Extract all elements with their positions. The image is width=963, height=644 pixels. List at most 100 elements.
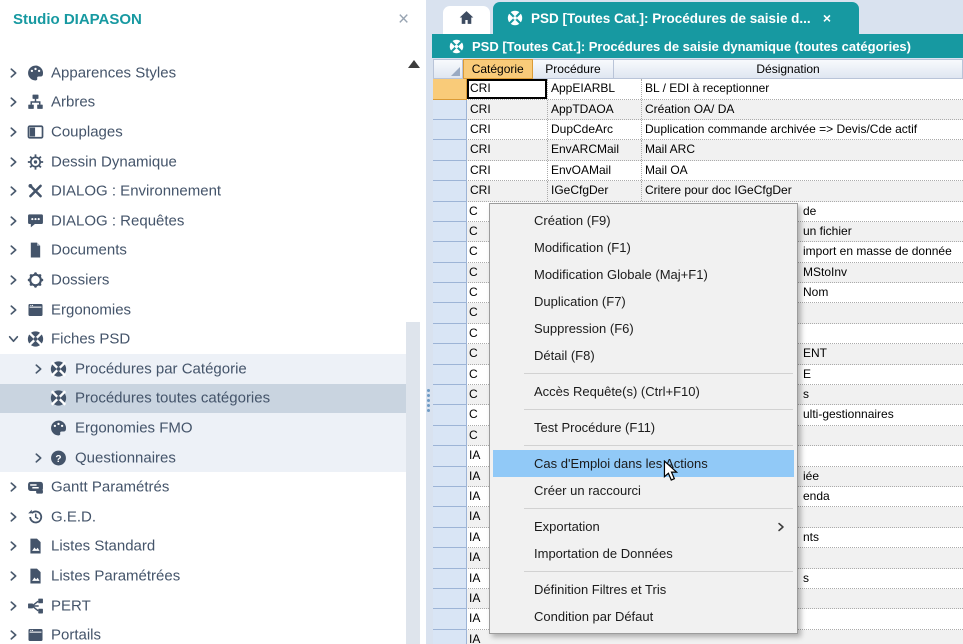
menu-item-creer-un-raccourci[interactable]: Créer un raccourci [493, 477, 794, 504]
cell-designation[interactable]: ulti-gestionnaires [803, 405, 894, 424]
table-row[interactable]: CRIEnvARCMailMail ARC [433, 140, 963, 160]
cell-categorie[interactable]: IA [469, 467, 488, 486]
sidebar-item-gantt-parametres[interactable]: Gantt Paramétrés [0, 472, 420, 502]
select-all-corner[interactable] [433, 59, 463, 80]
cell-categorie[interactable]: IA [469, 487, 488, 506]
sidebar-item-listes-parametrees[interactable]: Listes Paramétrées [0, 561, 420, 591]
menu-item-acces-requete-s-ctrl-f10[interactable]: Accès Requête(s) (Ctrl+F10) [493, 378, 794, 405]
table-row[interactable]: CRIEnvOAMailMail OA [433, 161, 963, 181]
tab-close-icon[interactable]: × [823, 10, 831, 26]
chevron-right-icon[interactable] [8, 511, 19, 522]
cell-categorie[interactable]: C [469, 303, 488, 322]
cell-categorie[interactable]: C [469, 263, 488, 282]
menu-item-modification-f1[interactable]: Modification (F1) [493, 234, 794, 261]
column-header-designation[interactable]: Désignation [614, 59, 963, 80]
row-selector[interactable] [433, 222, 467, 242]
chevron-right-icon[interactable] [8, 304, 19, 315]
menu-item-duplication-f7[interactable]: Duplication (F7) [493, 288, 794, 315]
row-selector[interactable] [433, 303, 467, 323]
cell-categorie[interactable]: C [469, 426, 488, 445]
sidebar-item-dossiers[interactable]: Dossiers [0, 265, 420, 295]
cell-categorie[interactable]: IA [469, 609, 488, 628]
cell-designation[interactable]: E [803, 365, 811, 384]
tab-psd-toutes-cat[interactable]: PSD [Toutes Cat.]: Procédures de saisie … [493, 2, 859, 34]
row-selector[interactable] [433, 507, 467, 527]
sidebar-item-portails[interactable]: Portails [0, 620, 420, 644]
row-selector[interactable] [433, 161, 467, 181]
row-selector[interactable] [433, 446, 467, 466]
cell-designation[interactable]: import en masse de donnée [803, 242, 952, 261]
cell-procedure[interactable]: IGeCfgDer [548, 181, 642, 200]
menu-item-detail-f8[interactable]: Détail (F8) [493, 342, 794, 369]
cell-designation[interactable]: Mail OA [642, 161, 963, 180]
cell-procedure[interactable]: EnvOAMail [548, 161, 642, 180]
row-selector[interactable] [433, 426, 467, 446]
menu-item-test-procedure-f11[interactable]: Test Procédure (F11) [493, 414, 794, 441]
chevron-right-icon[interactable] [8, 97, 19, 108]
cell-categorie[interactable]: C [469, 405, 488, 424]
cell-categorie[interactable]: CRI [467, 79, 548, 98]
cell-categorie[interactable]: CRI [467, 161, 548, 180]
chevron-right-icon[interactable] [8, 126, 19, 137]
cell-categorie[interactable]: C [469, 222, 488, 241]
sidebar-item-listes-standard[interactable]: Listes Standard [0, 532, 420, 562]
cell-designation[interactable]: nts [803, 528, 819, 547]
cell-categorie[interactable]: C [469, 365, 488, 384]
cell-categorie[interactable]: C [469, 385, 488, 404]
table-row[interactable]: CRIIGeCfgDerCritere pour doc IGeCfgDer [433, 181, 963, 201]
cell-designation[interactable]: BL / EDI à receptionner [642, 79, 963, 98]
chevron-right-icon[interactable] [8, 156, 19, 167]
cell-designation[interactable]: un fichier [803, 222, 852, 241]
cell-designation[interactable]: enda [803, 487, 830, 506]
sidebar-item-ergonomies-fmo[interactable]: Ergonomies FMO [0, 413, 420, 443]
row-selector[interactable] [433, 324, 467, 344]
sidebar-item-questionnaires[interactable]: ?Questionnaires [0, 443, 420, 473]
row-selector[interactable] [433, 181, 467, 201]
cell-categorie[interactable]: C [469, 202, 488, 221]
sidebar-scrollbar-thumb[interactable] [406, 322, 420, 644]
cell-categorie[interactable]: IA [469, 569, 488, 588]
table-row[interactable]: CRIDupCdeArcDuplication commande archivé… [433, 120, 963, 140]
row-selector[interactable] [433, 344, 467, 364]
menu-item-definition-filtres-et-tris[interactable]: Définition Filtres et Tris [493, 576, 794, 603]
cell-categorie[interactable]: C [469, 324, 488, 343]
home-tab[interactable] [443, 6, 490, 34]
row-selector[interactable] [433, 467, 467, 487]
sidebar-item-fiches-psd[interactable]: Fiches PSD [0, 324, 420, 354]
chevron-right-icon[interactable] [8, 245, 19, 256]
row-selector[interactable] [433, 140, 467, 160]
cell-designation[interactable]: s [803, 385, 809, 404]
chevron-right-icon[interactable] [8, 600, 19, 611]
sidebar-item-ergonomies[interactable]: Ergonomies [0, 295, 420, 325]
row-selector[interactable] [433, 630, 467, 644]
sidebar-item-g-e-d[interactable]: G.E.D. [0, 502, 420, 532]
scroll-up-icon[interactable] [408, 60, 420, 68]
chevron-down-icon[interactable] [8, 334, 19, 345]
chevron-right-icon[interactable] [33, 363, 44, 374]
cell-categorie[interactable]: C [469, 242, 488, 261]
row-selector[interactable] [433, 405, 467, 425]
cell-designation[interactable]: iée [803, 467, 819, 486]
table-row[interactable]: CRIAppTDAOACréation OA/ DA [433, 100, 963, 120]
row-selector[interactable] [433, 100, 467, 120]
cell-categorie[interactable]: IA [469, 548, 488, 567]
column-header-procedure[interactable]: Procédure [533, 59, 614, 80]
row-selector[interactable] [433, 487, 467, 507]
cell-designation[interactable]: Création OA/ DA [642, 100, 963, 119]
menu-item-creation-f9[interactable]: Création (F9) [493, 207, 794, 234]
sidebar-item-couplages[interactable]: Couplages [0, 117, 420, 147]
chevron-right-icon[interactable] [8, 186, 19, 197]
chevron-right-icon[interactable] [8, 570, 19, 581]
sidebar-item-documents[interactable]: Documents [0, 236, 420, 266]
cell-categorie[interactable]: CRI [467, 100, 548, 119]
sidebar-close-icon[interactable]: × [398, 9, 409, 31]
table-row[interactable]: CRIAppEIARBLBL / EDI à receptionner [433, 79, 963, 99]
cell-categorie[interactable]: CRI [467, 181, 548, 200]
cell-categorie[interactable]: C [469, 283, 488, 302]
menu-item-suppression-f6[interactable]: Suppression (F6) [493, 315, 794, 342]
row-selector[interactable] [433, 202, 467, 222]
column-header-categorie[interactable]: Catégorie [463, 59, 533, 80]
cell-categorie[interactable]: CRI [467, 120, 548, 139]
menu-item-importation-de-donnees[interactable]: Importation de Données [493, 540, 794, 567]
cell-designation[interactable]: Mail ARC [642, 140, 963, 159]
